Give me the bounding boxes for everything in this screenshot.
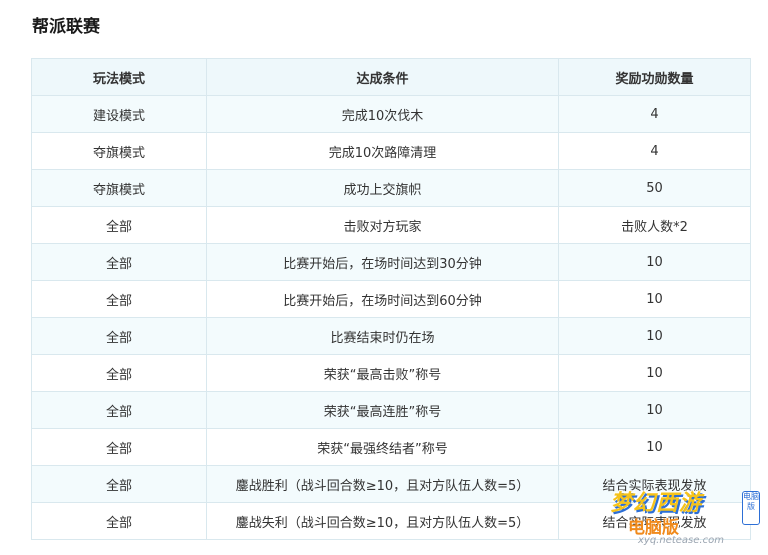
cell-condition: 成功上交旗帜 bbox=[206, 169, 559, 207]
cell-mode: 夺旗模式 bbox=[31, 169, 207, 207]
cell-condition: 荣获“最高击败”称号 bbox=[206, 354, 559, 392]
reward-table: 玩法模式 达成条件 奖励功勋数量 建设模式 完成10次伐木 4 夺旗模式 完成1… bbox=[31, 58, 751, 540]
cell-reward: 10 bbox=[558, 243, 751, 281]
cell-reward: 10 bbox=[558, 391, 751, 429]
cell-reward: 4 bbox=[558, 95, 751, 133]
cell-condition: 完成10次伐木 bbox=[206, 95, 559, 133]
cell-reward: 4 bbox=[558, 132, 751, 170]
cell-reward: 结合实际表现发放 bbox=[558, 502, 751, 540]
cell-reward: 10 bbox=[558, 317, 751, 355]
cell-condition: 击败对方玩家 bbox=[206, 206, 559, 244]
table-row: 全部 鏖战失利（战斗回合数≥10，且对方队伍人数=5） 结合实际表现发放 bbox=[31, 502, 751, 540]
cell-condition: 荣获“最高连胜”称号 bbox=[206, 391, 559, 429]
cell-condition: 比赛结束时仍在场 bbox=[206, 317, 559, 355]
cell-mode: 全部 bbox=[31, 206, 207, 244]
table-row: 夺旗模式 成功上交旗帜 50 bbox=[31, 169, 751, 207]
cell-mode: 全部 bbox=[31, 502, 207, 540]
table-header-row: 玩法模式 达成条件 奖励功勋数量 bbox=[31, 58, 751, 96]
cell-mode: 全部 bbox=[31, 243, 207, 281]
cell-condition: 比赛开始后，在场时间达到30分钟 bbox=[206, 243, 559, 281]
cell-condition: 荣获“最强终结者”称号 bbox=[206, 428, 559, 466]
table-row: 全部 击败对方玩家 击败人数*2 bbox=[31, 206, 751, 244]
cell-reward: 结合实际表现发放 bbox=[558, 465, 751, 503]
table-row: 全部 荣获“最高连胜”称号 10 bbox=[31, 391, 751, 429]
cell-mode: 全部 bbox=[31, 391, 207, 429]
cell-reward: 10 bbox=[558, 280, 751, 318]
table-row: 建设模式 完成10次伐木 4 bbox=[31, 95, 751, 133]
table-row: 全部 比赛开始后，在场时间达到60分钟 10 bbox=[31, 280, 751, 318]
cell-mode: 全部 bbox=[31, 428, 207, 466]
cell-condition: 完成10次路障清理 bbox=[206, 132, 559, 170]
header-condition: 达成条件 bbox=[206, 58, 559, 96]
cell-mode: 全部 bbox=[31, 465, 207, 503]
cell-mode: 建设模式 bbox=[31, 95, 207, 133]
cell-condition: 比赛开始后，在场时间达到60分钟 bbox=[206, 280, 559, 318]
cell-reward: 10 bbox=[558, 354, 751, 392]
table-row: 全部 比赛结束时仍在场 10 bbox=[31, 317, 751, 355]
cell-reward: 50 bbox=[558, 169, 751, 207]
table-row: 全部 鏖战胜利（战斗回合数≥10，且对方队伍人数=5） 结合实际表现发放 bbox=[31, 465, 751, 503]
table-row: 全部 荣获“最强终结者”称号 10 bbox=[31, 428, 751, 466]
header-reward: 奖励功勋数量 bbox=[558, 58, 751, 96]
table-row: 全部 比赛开始后，在场时间达到30分钟 10 bbox=[31, 243, 751, 281]
cell-mode: 全部 bbox=[31, 317, 207, 355]
cell-condition: 鏖战失利（战斗回合数≥10，且对方队伍人数=5） bbox=[206, 502, 559, 540]
table-row: 全部 荣获“最高击败”称号 10 bbox=[31, 354, 751, 392]
cell-reward: 击败人数*2 bbox=[558, 206, 751, 244]
header-mode: 玩法模式 bbox=[31, 58, 207, 96]
cell-mode: 夺旗模式 bbox=[31, 132, 207, 170]
cell-mode: 全部 bbox=[31, 354, 207, 392]
cell-reward: 10 bbox=[558, 428, 751, 466]
cell-condition: 鏖战胜利（战斗回合数≥10，且对方队伍人数=5） bbox=[206, 465, 559, 503]
section-title: 帮派联赛 bbox=[32, 17, 100, 37]
table-row: 夺旗模式 完成10次路障清理 4 bbox=[31, 132, 751, 170]
cell-mode: 全部 bbox=[31, 280, 207, 318]
